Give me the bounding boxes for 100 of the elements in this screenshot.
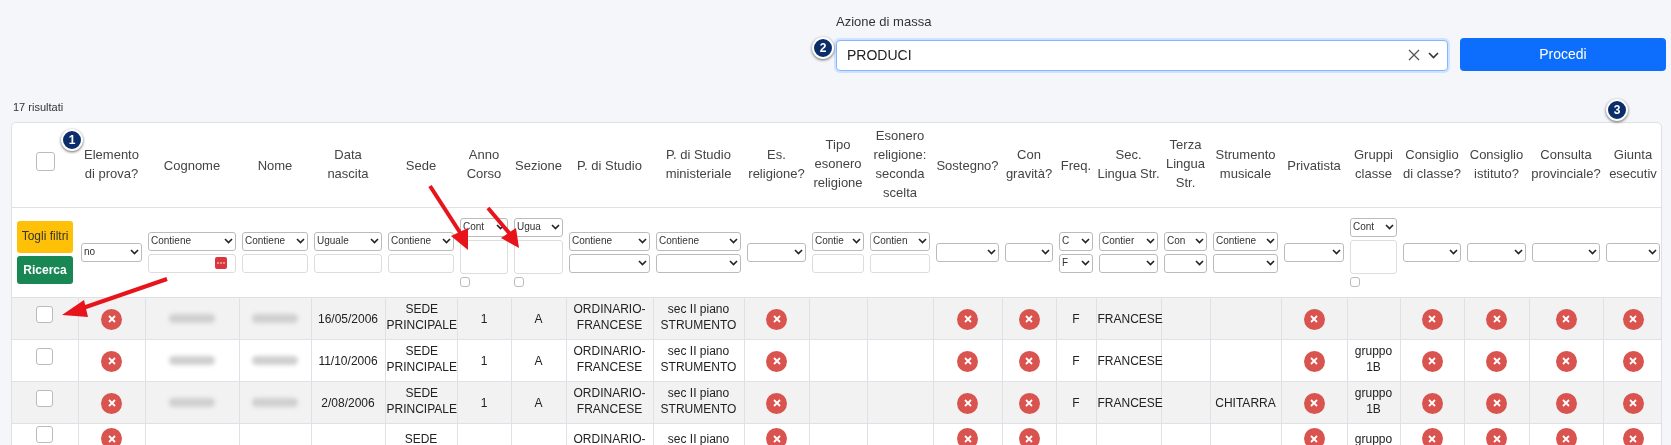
chevron-down-icon [1195, 260, 1204, 266]
operator-dropdown[interactable]: Uguale [314, 231, 382, 251]
table-cell: 16/05/2006 [317, 311, 379, 327]
chevron-down-icon [1332, 249, 1341, 255]
column-header[interactable]: Giunta esecutiv [1604, 144, 1661, 183]
checkbox[interactable] [35, 151, 55, 171]
filter-textarea[interactable] [460, 239, 508, 274]
checkbox[interactable] [36, 306, 54, 323]
table-cell: 1 [480, 353, 488, 369]
column-header[interactable]: Sede [405, 155, 437, 175]
checkbox[interactable] [460, 276, 470, 287]
operator-dropdown[interactable]: Contiene [148, 231, 236, 251]
filter-dropdown[interactable] [1606, 242, 1660, 262]
filter-dropdown[interactable] [1284, 242, 1344, 262]
operator-dropdown[interactable]: Contiene [569, 231, 650, 251]
filter-dropdown[interactable] [1005, 242, 1053, 262]
operator-dropdown[interactable]: Contiene [1213, 231, 1278, 251]
column-header[interactable]: Terza Lingua Str. [1162, 135, 1209, 193]
search-button[interactable]: Ricerca [17, 255, 73, 284]
checkbox[interactable] [36, 425, 54, 443]
column-header[interactable]: Cognome [163, 155, 221, 175]
column-header[interactable]: Freq. [1060, 155, 1092, 175]
column-header[interactable]: Consiglio istituto? [1465, 144, 1528, 183]
table-cell: 1 [480, 395, 488, 411]
column-header[interactable]: Sostegno? [936, 155, 999, 175]
table-cell-text: sec II piano STRUMENTO [659, 384, 738, 417]
column-header[interactable]: Sec. Lingua Str. [1097, 144, 1160, 183]
filter-input[interactable] [242, 253, 308, 273]
table-cell: A [534, 353, 543, 369]
operator-dropdown[interactable]: Con [1164, 231, 1207, 251]
filter-dropdown[interactable] [569, 253, 650, 273]
filter-dropdown[interactable] [1099, 253, 1158, 273]
table-cell: FRANCESE [1097, 311, 1163, 327]
column-header[interactable]: Gruppi classe [1348, 144, 1399, 183]
operator-dropdown[interactable]: Contiene [242, 231, 308, 251]
column-header[interactable]: Data nascita [312, 144, 384, 183]
clear-icon[interactable] [1408, 49, 1420, 61]
filter-dropdown[interactable] [656, 253, 741, 273]
chevron-down-icon [1195, 238, 1204, 244]
table-cell: sec II piano [667, 430, 730, 445]
checkbox[interactable] [514, 276, 524, 287]
column-header[interactable]: P. di Studio [577, 155, 642, 175]
operator-dropdown[interactable]: Contiene [656, 231, 741, 251]
column-header[interactable]: Consiglio di classe? [1401, 144, 1463, 183]
table-cell-text: ORDINARIO-FRANCESE [572, 300, 647, 333]
checkbox[interactable] [1350, 276, 1360, 287]
table-cell: FRANCESE [1097, 353, 1163, 369]
chevron-down-icon [987, 249, 996, 255]
chevron-down-icon [638, 238, 647, 244]
filter-input[interactable] [388, 253, 454, 273]
table-cell: 11/10/2006 [318, 353, 378, 369]
menu-dots-icon[interactable] [215, 257, 227, 269]
filter-dropdown[interactable]: no [81, 242, 142, 262]
filter-dropdown[interactable] [1467, 242, 1526, 262]
filter-input[interactable] [148, 253, 236, 273]
column-header[interactable]: Con gravità? [1003, 144, 1055, 183]
operator-dropdown[interactable]: Contier [1099, 231, 1158, 251]
checkbox[interactable] [36, 390, 54, 407]
filter-dropdown[interactable] [1213, 253, 1278, 273]
chevron-down-icon [551, 224, 560, 230]
checkbox[interactable] [36, 348, 54, 365]
column-header[interactable]: Es. religione? [745, 144, 808, 183]
column-header[interactable]: Anno Corso [458, 144, 510, 183]
column-header[interactable]: Esonero religione: seconda scelta [868, 125, 932, 202]
clear-filters-button[interactable]: Togli filtri [17, 220, 73, 253]
column-header[interactable]: Nome [257, 155, 293, 175]
table-cell-text: gruppo 1B [1353, 384, 1394, 417]
filter-input[interactable] [314, 253, 382, 273]
filter-dropdown[interactable] [747, 242, 806, 262]
chevron-down-icon [1081, 260, 1090, 266]
column-header[interactable]: Privatista [1287, 155, 1341, 175]
table-cell: SEDE PRINCIPALE [386, 342, 457, 375]
blurred-text [252, 314, 298, 323]
table-cell: A [534, 395, 543, 411]
filter-dropdown[interactable] [1403, 242, 1461, 262]
operator-dropdown[interactable]: Contiene [388, 231, 454, 251]
filter-dropdown[interactable]: F [1059, 253, 1093, 273]
filter-dropdown[interactable] [1532, 242, 1600, 262]
filter-dropdown[interactable] [1164, 253, 1207, 273]
operator-dropdown[interactable]: C [1059, 231, 1093, 251]
proceed-button[interactable]: Procedi [1460, 38, 1666, 71]
table-cell: SEDE PRINCIPALE [386, 384, 457, 417]
blurred-text [169, 314, 215, 323]
chevron-down-icon [442, 238, 451, 244]
field-label: Azione di massa [836, 13, 932, 31]
chevron-down-icon[interactable] [1428, 51, 1439, 59]
filter-input[interactable] [812, 253, 864, 273]
operator-dropdown[interactable]: Ugua [514, 217, 563, 237]
operator-dropdown[interactable]: Contien [870, 231, 930, 251]
column-header[interactable]: P. di Studio ministeriale [654, 144, 743, 183]
action-dropdown[interactable]: PRODUCI [836, 39, 1448, 71]
column-header[interactable]: Strumento musicale [1211, 144, 1280, 183]
column-header[interactable]: Consulta provinciale? [1530, 144, 1602, 183]
filter-input[interactable] [870, 253, 930, 273]
table-cell: F [1072, 311, 1080, 327]
filter-dropdown[interactable] [936, 242, 999, 262]
column-header[interactable]: Tipo esonero religione [810, 135, 866, 193]
operator-dropdown[interactable]: Contie [812, 231, 864, 251]
column-header[interactable]: Sezione [515, 155, 562, 175]
operator-dropdown[interactable]: Cont [1350, 217, 1397, 237]
